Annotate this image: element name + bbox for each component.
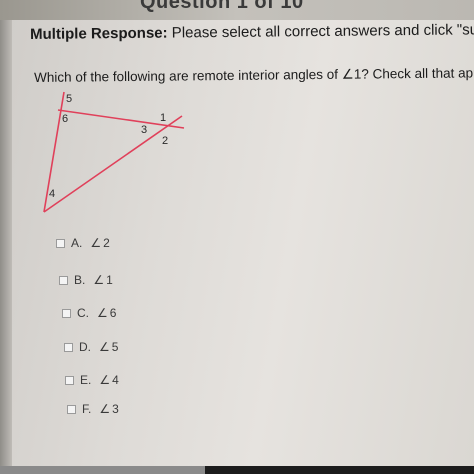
angle-2-label: 2 [162, 135, 168, 147]
angle-icon: ∠ [97, 306, 108, 320]
choice-e-checkbox[interactable] [65, 375, 74, 385]
angle-icon: ∠ [99, 373, 111, 387]
choice-a-checkbox[interactable] [56, 238, 65, 248]
angle-icon: ∠ [90, 236, 102, 250]
choice-f[interactable]: F. ∠ 3 [67, 402, 119, 416]
hypotenuse-line [43, 115, 183, 213]
choice-e-letter: E. [80, 373, 92, 387]
angle-5-label: 5 [66, 93, 72, 105]
choice-c[interactable]: C. ∠ 6 [62, 306, 116, 320]
choice-f-number: 3 [112, 402, 119, 416]
choice-a-letter: A. [71, 236, 83, 250]
choice-d-letter: D. [79, 340, 91, 354]
angle-icon: ∠ [93, 273, 105, 287]
screen: Question 1 of 10 Multiple Response: Plea… [0, 0, 474, 474]
angle-icon: ∠ [99, 340, 110, 354]
choice-a[interactable]: A. ∠ 2 [56, 236, 110, 250]
choice-d-number: 5 [111, 340, 119, 354]
choice-e-number: 4 [112, 373, 119, 387]
angle-icon: ∠ [99, 402, 111, 416]
choice-d-checkbox[interactable] [64, 342, 73, 352]
choice-b[interactable]: B. ∠ 1 [59, 273, 113, 287]
angle-4-label: 4 [49, 188, 55, 200]
choice-c-number: 6 [109, 306, 117, 320]
choice-e[interactable]: E. ∠ 4 [65, 373, 119, 387]
choice-f-letter: F. [82, 402, 92, 416]
choice-c-letter: C. [77, 306, 89, 320]
angle-3-label: 3 [141, 124, 147, 136]
angle-6-label: 6 [62, 113, 68, 125]
choice-b-letter: B. [74, 273, 86, 287]
choice-f-checkbox[interactable] [67, 404, 76, 414]
choice-c-checkbox[interactable] [62, 308, 71, 318]
choice-d[interactable]: D. ∠ 5 [64, 340, 118, 354]
choice-b-number: 1 [106, 273, 113, 287]
choice-a-number: 2 [103, 236, 110, 250]
angle-1-label: 1 [160, 112, 166, 124]
bottom-bar-highlight [0, 466, 205, 474]
choice-b-checkbox[interactable] [59, 275, 68, 285]
